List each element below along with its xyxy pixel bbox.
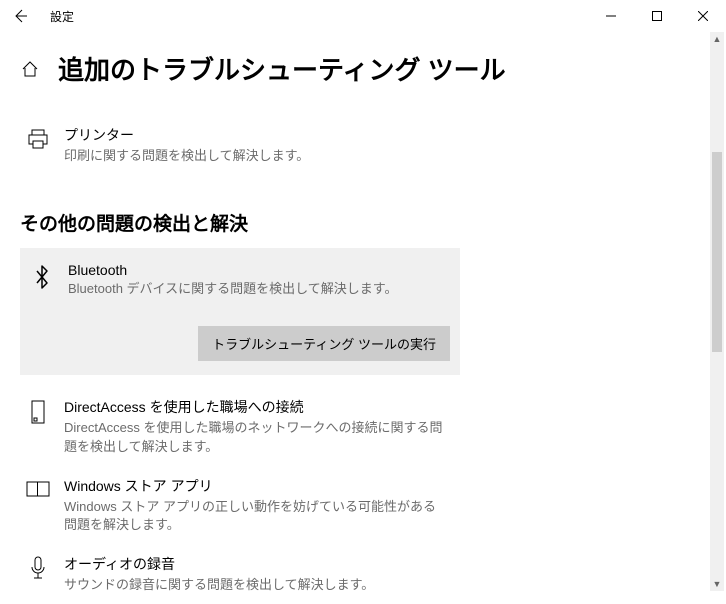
directaccess-desc: DirectAccess を使用した職場のネットワークへの接続に関する問題を検出… — [64, 419, 444, 455]
home-icon — [21, 60, 39, 78]
store-title: Windows ストア アプリ — [64, 476, 700, 496]
arrow-left-icon — [12, 8, 28, 24]
vertical-scrollbar[interactable]: ▲ ▼ — [710, 32, 724, 591]
printer-icon — [26, 127, 50, 155]
troubleshooter-printer[interactable]: プリンター 印刷に関する問題を検出して解決します。 — [20, 115, 706, 175]
page-title: 追加のトラブルシューティング ツール — [58, 50, 506, 87]
store-desc: Windows ストア アプリの正しい動作を妨げている可能性がある問題を解決しま… — [64, 498, 444, 534]
bluetooth-desc: Bluetooth デバイスに関する問題を検出して解決します。 — [68, 280, 448, 298]
home-button[interactable] — [20, 59, 40, 79]
maximize-button[interactable] — [634, 0, 680, 32]
audio-title: オーディオの録音 — [64, 554, 700, 574]
troubleshooter-store[interactable]: Windows ストア アプリ Windows ストア アプリの正しい動作を妨げ… — [20, 466, 706, 544]
printer-desc: 印刷に関する問題を検出して解決します。 — [64, 147, 444, 165]
bluetooth-icon — [30, 264, 54, 292]
minimize-button[interactable] — [588, 0, 634, 32]
close-button[interactable] — [680, 0, 726, 32]
scroll-up-arrow[interactable]: ▲ — [710, 32, 724, 46]
scroll-down-arrow[interactable]: ▼ — [710, 577, 724, 591]
troubleshooter-bluetooth[interactable]: Bluetooth Bluetooth デバイスに関する問題を検出して解決します… — [20, 248, 460, 375]
audio-desc: サウンドの録音に関する問題を検出して解決します。 — [64, 576, 444, 594]
titlebar: 設定 — [0, 0, 726, 32]
computer-icon — [26, 399, 50, 427]
minimize-icon — [606, 11, 616, 21]
store-icon — [26, 478, 50, 506]
window-title: 設定 — [50, 8, 74, 25]
directaccess-title: DirectAccess を使用した職場への接続 — [64, 397, 700, 417]
content-area: 追加のトラブルシューティング ツール プリンター 印刷に関する問題を検出して解決… — [0, 32, 726, 604]
page-header: 追加のトラブルシューティング ツール — [20, 50, 706, 87]
troubleshooter-audio-recording[interactable]: オーディオの録音 サウンドの録音に関する問題を検出して解決します。 — [20, 544, 706, 604]
run-troubleshooter-button[interactable]: トラブルシューティング ツールの実行 — [198, 326, 450, 361]
microphone-icon — [26, 556, 50, 584]
scrollbar-thumb[interactable] — [712, 152, 722, 352]
maximize-icon — [652, 11, 662, 21]
troubleshooter-directaccess[interactable]: DirectAccess を使用した職場への接続 DirectAccess を使… — [20, 387, 706, 465]
bluetooth-title: Bluetooth — [68, 262, 450, 278]
section-other-header: その他の問題の検出と解決 — [20, 209, 706, 236]
close-icon — [698, 11, 708, 21]
back-button[interactable] — [8, 4, 32, 28]
printer-title: プリンター — [64, 125, 700, 145]
